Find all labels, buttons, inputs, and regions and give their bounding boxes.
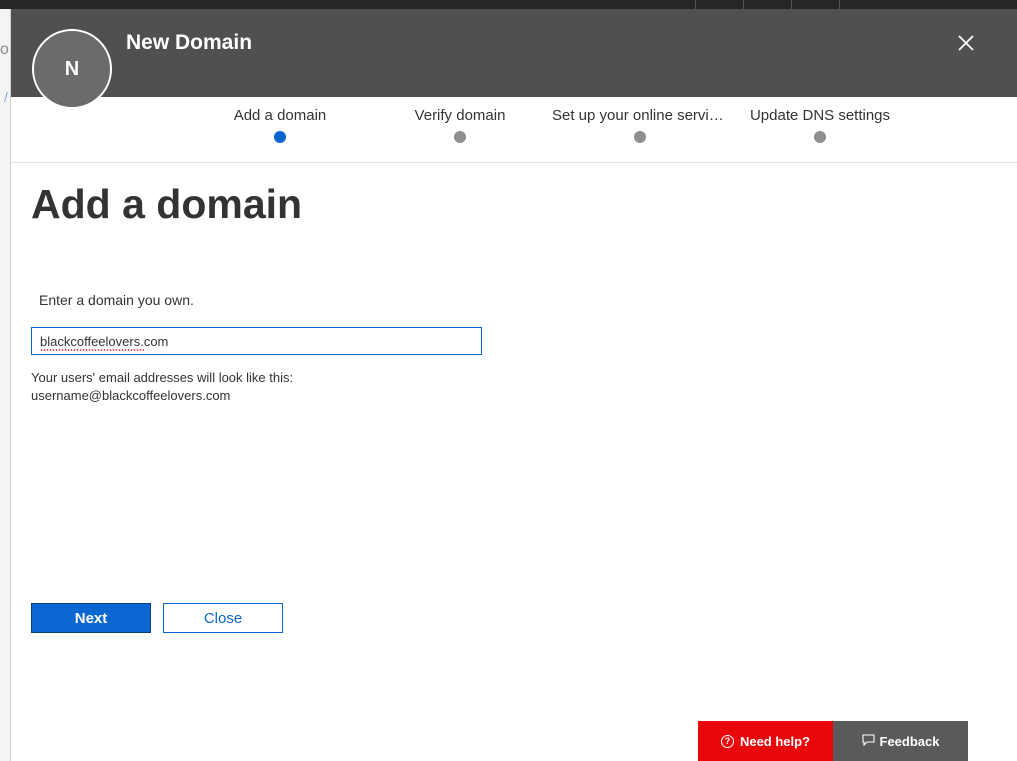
avatar: N	[32, 29, 112, 109]
need-help-button[interactable]: ? Need help?	[698, 721, 833, 761]
step-indicator	[454, 131, 466, 143]
feedback-button[interactable]: Feedback	[833, 721, 968, 761]
step-label: Verify domain	[414, 107, 506, 124]
email-preview: username@blackcoffeelovers.com	[31, 388, 231, 403]
spellcheck-underline	[40, 349, 144, 351]
domain-field-label: Enter a domain you own.	[39, 292, 194, 308]
background-top-bar	[0, 0, 1017, 9]
step-indicator	[634, 131, 646, 143]
need-help-label: Need help?	[739, 733, 811, 749]
email-preview-hint: Your users' email addresses will look li…	[31, 369, 293, 405]
step-label: Add a domain	[233, 107, 327, 124]
step-label: Update DNS settings	[749, 107, 891, 124]
page-title: Add a domain	[31, 181, 303, 227]
background-separator	[695, 0, 696, 9]
step-update-dns[interactable]: Update DNS settings	[730, 107, 910, 143]
panel-header: New Domain	[11, 9, 1017, 97]
background-separator	[743, 0, 744, 9]
new-domain-panel: New Domain N Add a domain Verify domain …	[10, 9, 1017, 761]
background-page: o /	[0, 9, 10, 761]
close-icon[interactable]	[954, 31, 978, 55]
step-indicator-active	[274, 131, 286, 143]
question-icon: ?	[720, 734, 734, 748]
background-text-fragment: o	[0, 41, 9, 58]
wizard-steps: Add a domain Verify domain Set up your o…	[11, 97, 1017, 163]
comment-icon	[861, 733, 875, 749]
next-button[interactable]: Next	[31, 603, 151, 633]
step-indicator	[814, 131, 826, 143]
hint-text: Your users' email addresses will look li…	[31, 370, 294, 385]
step-add-domain[interactable]: Add a domain	[190, 107, 370, 143]
background-separator	[839, 0, 840, 9]
background-text-fragment: /	[4, 89, 8, 105]
background-separator	[791, 0, 792, 9]
panel-title: New Domain	[126, 31, 253, 54]
feedback-label: Feedback	[879, 733, 940, 749]
close-button[interactable]: Close	[163, 603, 283, 633]
step-label: Set up your online services	[552, 107, 730, 124]
step-online-services[interactable]: Set up your online services	[550, 107, 730, 143]
step-verify-domain[interactable]: Verify domain	[370, 107, 550, 143]
